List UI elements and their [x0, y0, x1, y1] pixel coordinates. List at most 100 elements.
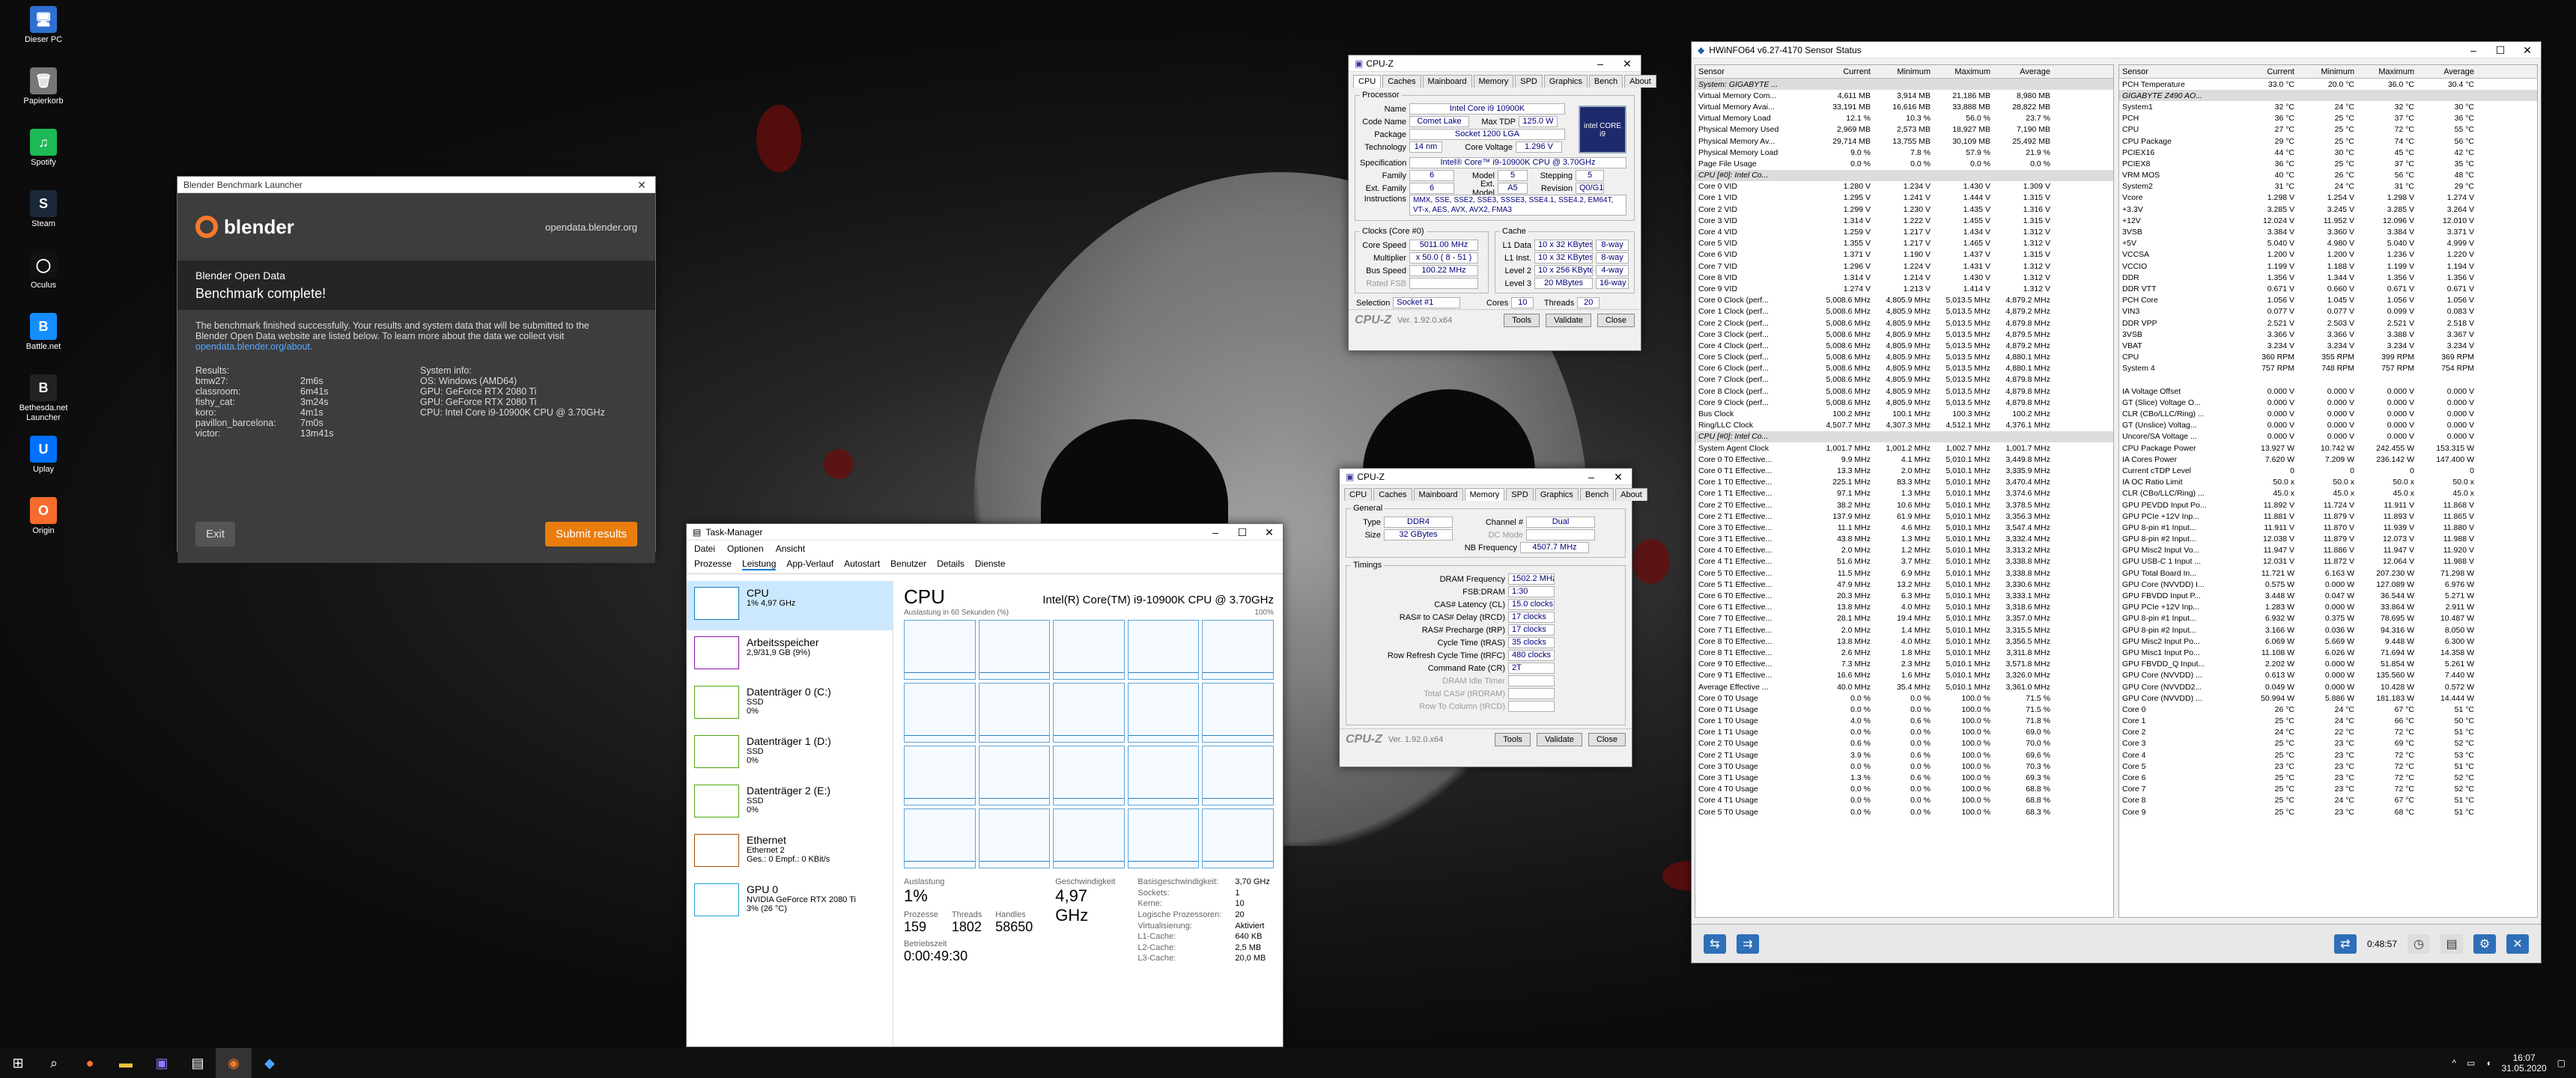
sensor-row[interactable]: Core 7 25 °C 23 °C 72 °C 52 °C: [2119, 784, 2537, 795]
desktop-icon[interactable]: B Battle.net: [13, 313, 73, 352]
sensor-row[interactable]: CPU Package Power 13.927 W 10.742 W 242.455…: [2119, 442, 2537, 454]
sensor-row[interactable]: DDR 1.356 V 1.344 V 1.356 V 1.356 V: [2119, 272, 2537, 283]
tab-dienste[interactable]: Dienste: [975, 558, 1006, 570]
sensor-row[interactable]: DDR VTT 0.671 V 0.660 V 0.671 V 0.671 V: [2119, 283, 2537, 294]
sensor-row[interactable]: Core 0 VID 1.280 V 1.234 V 1.430 V 1.309 V: [1695, 181, 2113, 192]
sensor-row[interactable]: +3.3V 3.285 V 3.245 V 3.285 V 3.264 V: [2119, 204, 2537, 215]
column-header[interactable]: Average: [1995, 67, 2055, 76]
sensor-row[interactable]: Core 7 VID 1.296 V 1.224 V 1.431 V 1.312 V: [1695, 261, 2113, 272]
sensor-row[interactable]: Virtual Memory Com... 4,611 MB 3,914 MB 21,…: [1695, 90, 2113, 101]
sensor-row[interactable]: Core 3 T1 Effective... 43.8 MHz 1.3 MHz 5,0…: [1695, 534, 2113, 545]
menu-optionen[interactable]: Optionen: [727, 543, 764, 554]
tab-leistung[interactable]: Leistung: [742, 558, 777, 570]
close-button[interactable]: ✕: [1256, 524, 1283, 540]
sensor-row[interactable]: PCH Temperature 33.0 °C 20.0 °C 36.0 °C 30.4…: [2119, 79, 2537, 90]
nav-right-icon[interactable]: ⇉: [1737, 934, 1759, 954]
sensor-row[interactable]: PCIEX8 36 °C 25 °C 37 °C 35 °C: [2119, 158, 2537, 169]
desktop-icon[interactable]: ♫ Spotify: [13, 129, 73, 168]
sensor-row[interactable]: GPU FBVDD Input P... 3.448 W 0.047 W 36.544…: [2119, 590, 2537, 601]
sensor-row[interactable]: VRM MOS 40 °C 26 °C 56 °C 48 °C: [2119, 170, 2537, 181]
sensor-row[interactable]: GPU Core (NVVDD2... 0.049 W 0.000 W 10.428 …: [2119, 681, 2537, 692]
nav-left-right-icon[interactable]: ⇆: [1704, 934, 1726, 954]
sensor-row[interactable]: Core 8 T1 Effective... 2.6 MHz 1.8 MHz 5,01…: [1695, 647, 2113, 658]
column-header[interactable]: Sensor: [2119, 67, 2239, 76]
sensor-row[interactable]: Core 5 23 °C 23 °C 72 °C 51 °C: [2119, 761, 2537, 772]
sensor-row[interactable]: System2 31 °C 24 °C 31 °C 29 °C: [2119, 181, 2537, 192]
tab-graphics[interactable]: Graphics: [1543, 75, 1588, 88]
network-icon[interactable]: ⇄: [2333, 934, 2357, 954]
sensor-row[interactable]: Core 7 T1 Effective... 2.0 MHz 1.4 MHz 5,01…: [1695, 624, 2113, 636]
submit-results-button[interactable]: Submit results: [544, 522, 637, 546]
tools-button[interactable]: Tools: [1504, 313, 1540, 327]
close-button[interactable]: ✕: [1614, 55, 1641, 72]
start-icon[interactable]: ⊞: [0, 1048, 36, 1078]
sensor-row[interactable]: Current cTDP Level 0 0 0 0: [2119, 465, 2537, 476]
tab-bench[interactable]: Bench: [1579, 488, 1614, 501]
sensor-row[interactable]: Bus Clock 100.2 MHz 100.1 MHz 100.3 MHz 100.…: [1695, 408, 2113, 419]
tab-caches[interactable]: Caches: [1382, 75, 1421, 88]
sensor-row[interactable]: Core 5 Clock (perf... 5,008.6 MHz 4,805.9 …: [1695, 352, 2113, 363]
desktop-icon[interactable]: U Uplay: [13, 436, 73, 475]
sensor-row[interactable]: Core 8 VID 1.314 V 1.214 V 1.430 V 1.312 V: [1695, 272, 2113, 283]
sensor-row[interactable]: Average Effective ... 40.0 MHz 35.4 MHz 5,0…: [1695, 681, 2113, 692]
sensor-row[interactable]: Core 2 T0 Effective... 38.2 MHz 10.6 MHz 5,…: [1695, 499, 2113, 511]
sensor-row[interactable]: GPU Misc2 Input Vo... 11.947 V 11.886 V 11.…: [2119, 545, 2537, 556]
taskmanager-icon[interactable]: ▤: [180, 1048, 216, 1078]
sensor-row[interactable]: Core 3 T0 Effective... 11.1 MHz 4.6 MHz 5,0…: [1695, 522, 2113, 533]
sensor-row[interactable]: Core 8 T0 Effective... 13.8 MHz 4.0 MHz 5,0…: [1695, 636, 2113, 647]
sensor-row[interactable]: IA OC Ratio Limit 50.0 x 50.0 x 50.0 x 50.0 …: [2119, 477, 2537, 488]
minimize-button[interactable]: –: [1587, 55, 1614, 72]
sensor-row[interactable]: Ring/LLC Clock 4,507.7 MHz 4,307.3 MHz 4,51…: [1695, 420, 2113, 431]
opendata-url[interactable]: opendata.blender.org: [545, 222, 637, 233]
sensor-row[interactable]: Core 2 T1 Effective... 137.9 MHz 61.9 MHz 5…: [1695, 511, 2113, 522]
sensor-row[interactable]: PCH Core 1.056 V 1.045 V 1.056 V 1.056 V: [2119, 295, 2537, 306]
sensor-row[interactable]: GPU Misc1 Input Po... 11.108 W 6.026 W 71.6…: [2119, 647, 2537, 658]
desktop-icon[interactable]: O Origin: [13, 497, 73, 536]
chevron-up-icon[interactable]: ^: [2452, 1058, 2456, 1068]
sensor-row[interactable]: Core 4 VID 1.259 V 1.217 V 1.434 V 1.312 V: [1695, 226, 2113, 237]
sensor-row[interactable]: CLR (CBo/LLC/Ring) ... 45.0 x 45.0 x 45.0 x…: [2119, 488, 2537, 499]
sensor-row[interactable]: GPU Core (NVVDD) I... 0.575 W 0.000 W 127.0…: [2119, 579, 2537, 590]
sensor-row[interactable]: Core 4 Clock (perf... 5,008.6 MHz 4,805.9 …: [1695, 340, 2113, 351]
tab-app-verlauf[interactable]: App-Verlauf: [786, 558, 833, 570]
sensor-row[interactable]: Vcore 1.298 V 1.254 V 1.298 V 1.274 V: [2119, 192, 2537, 204]
sensor-row[interactable]: VIN3 0.077 V 0.077 V 0.099 V 0.083 V: [2119, 306, 2537, 317]
sensor-row[interactable]: System Agent Clock 1,001.7 MHz 1,001.2 MHz…: [1695, 442, 2113, 454]
sensor-row[interactable]: GPU PCIe +12V Inp... 1.283 W 0.000 W 33.864…: [2119, 602, 2537, 613]
socket-select[interactable]: Socket #1: [1393, 297, 1461, 308]
perf-item[interactable]: Datenträger 1 (D:) SSD 0%: [687, 729, 893, 779]
sensor-row[interactable]: CPU [#0]: Intel Co...: [1695, 169, 2113, 181]
sensor-row[interactable]: Physical Memory Load 9.0 % 7.8 % 57.9 % 21.9…: [1695, 147, 2113, 158]
close-button[interactable]: ✕: [1605, 469, 1632, 485]
sensor-row[interactable]: Core 3 VID 1.314 V 1.222 V 1.455 V 1.315 V: [1695, 215, 2113, 226]
sensor-row[interactable]: Core 7 Clock (perf... 5,008.6 MHz 4,805.9 …: [1695, 374, 2113, 386]
sensor-row[interactable]: Core 9 25 °C 23 °C 68 °C 51 °C: [2119, 806, 2537, 817]
folder-icon[interactable]: ▬: [108, 1048, 144, 1078]
tab-bench[interactable]: Bench: [1588, 75, 1623, 88]
sensor-row[interactable]: System: GIGABYTE ...: [1695, 79, 2113, 91]
sensor-row[interactable]: Core 4 T0 Effective... 2.0 MHz 1.2 MHz 5,01…: [1695, 545, 2113, 556]
sensor-row[interactable]: Core 5 T0 Usage 0.0 % 0.0 % 100.0 % 68.3 %: [1695, 806, 2113, 817]
sensor-row[interactable]: Physical Memory Used 2,969 MB 2,573 MB 18,9…: [1695, 124, 2113, 135]
sensor-row[interactable]: Core 0 T0 Effective... 9.9 MHz 4.1 MHz 5,01…: [1695, 454, 2113, 465]
sensor-row[interactable]: Core 8 Clock (perf... 5,008.6 MHz 4,805.9 …: [1695, 386, 2113, 397]
sensor-row[interactable]: Core 1 Clock (perf... 5,008.6 MHz 4,805.9 …: [1695, 306, 2113, 317]
sensor-row[interactable]: 3VSB 3.384 V 3.360 V 3.384 V 3.371 V: [2119, 226, 2537, 237]
sensor-row[interactable]: Physical Memory Av... 29,714 MB 13,755 MB 3…: [1695, 135, 2113, 147]
sensor-row[interactable]: Core 2 Clock (perf... 5,008.6 MHz 4,805.9 …: [1695, 317, 2113, 329]
sensor-row[interactable]: PCH 36 °C 25 °C 37 °C 36 °C: [2119, 113, 2537, 124]
desktop-icon[interactable]: B Bethesda.net Launcher: [13, 374, 73, 423]
sensor-row[interactable]: Core 8 25 °C 24 °C 67 °C 51 °C: [2119, 795, 2537, 806]
tab-spd[interactable]: SPD: [1515, 75, 1543, 88]
sensor-row[interactable]: Core 6 T1 Effective... 13.8 MHz 4.0 MHz 5,0…: [1695, 602, 2113, 613]
desktop-icon[interactable]: ◯ Oculus: [13, 252, 73, 290]
tab-autostart[interactable]: Autostart: [844, 558, 880, 570]
tools-button[interactable]: Tools: [1495, 732, 1531, 746]
sensor-row[interactable]: IA Voltage Offset 0.000 V 0.000 V 0.000 V 0.…: [2119, 386, 2537, 397]
blender-icon[interactable]: ◉: [216, 1048, 252, 1078]
sensor-row[interactable]: System 4 757 RPM 748 RPM 757 RPM 754 RPM: [2119, 363, 2537, 374]
column-header[interactable]: Current: [1815, 67, 1875, 76]
settings-icon[interactable]: ⚙: [2473, 934, 2496, 954]
sensor-row[interactable]: +12V 12.024 V 11.952 V 12.096 V 12.010 V: [2119, 215, 2537, 226]
perf-item[interactable]: Datenträger 2 (E:) SSD 0%: [687, 779, 893, 828]
